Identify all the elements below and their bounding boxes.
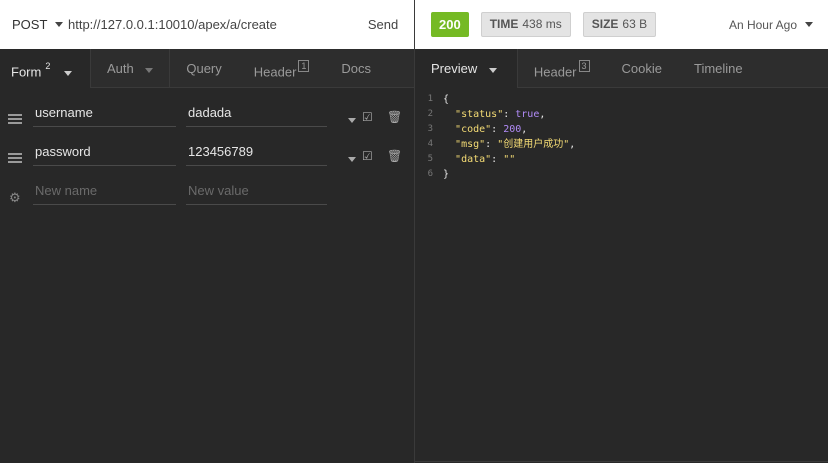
size-value: 63 B xyxy=(622,17,648,31)
history-label: An Hour Ago xyxy=(728,17,797,32)
tab-response-header-label: Header xyxy=(533,64,577,80)
chevron-down-icon[interactable] xyxy=(348,118,356,123)
response-tabs: Preview Header 3 Cookie Timeline xyxy=(415,49,828,88)
param-name-field[interactable]: password xyxy=(33,139,176,166)
code-line: 2 "status": true, xyxy=(415,107,828,122)
tab-timeline[interactable]: Timeline xyxy=(678,49,759,88)
tab-timeline-label: Timeline xyxy=(694,61,743,76)
checkbox-checked-icon[interactable]: ☑ xyxy=(362,149,373,163)
json-end: , xyxy=(569,139,576,150)
tab-form-badge: 2 xyxy=(45,61,51,71)
tab-preview-label: Preview xyxy=(431,61,478,76)
method-dropdown[interactable]: POST xyxy=(0,17,68,32)
line-number: 3 xyxy=(427,124,433,134)
param-row: username dadada ☑ 🗑 xyxy=(0,100,414,138)
time-badge: TIME 438 ms xyxy=(480,12,571,37)
code-text: { xyxy=(443,94,450,105)
chevron-down-icon[interactable] xyxy=(348,157,356,162)
chevron-down-icon xyxy=(145,68,154,73)
code-text: "msg": "创建用户成功", xyxy=(443,137,575,152)
divider xyxy=(414,461,828,462)
size-badge: SIZE 63 B xyxy=(582,12,657,37)
url-input[interactable]: http://127.0.0.1:10010/apex/a/create xyxy=(68,17,352,32)
new-param-row: ⚙ New name New value xyxy=(0,178,414,216)
time-label: TIME xyxy=(489,17,519,31)
code-line: 3 "code": 200, xyxy=(415,122,828,137)
json-key: "status" xyxy=(455,109,504,120)
json-end: , xyxy=(521,124,528,135)
tab-cookie[interactable]: Cookie xyxy=(606,49,678,88)
code-line: 6 } xyxy=(415,167,828,182)
json-key: "code" xyxy=(455,124,492,135)
line-number: 4 xyxy=(427,139,433,149)
response-bar: 200 TIME 438 ms SIZE 63 B An Hour Ago xyxy=(415,0,828,49)
json-sep: : xyxy=(503,109,516,120)
chevron-down-icon xyxy=(55,22,64,27)
status-badge: 200 xyxy=(431,12,469,37)
line-number: 5 xyxy=(427,154,433,164)
code-text: } xyxy=(443,169,450,180)
tab-docs[interactable]: Docs xyxy=(325,49,387,88)
tab-form[interactable]: Form 2 xyxy=(0,49,91,88)
checkbox-checked-icon[interactable]: ☑ xyxy=(362,110,373,124)
tab-query[interactable]: Query xyxy=(170,49,237,88)
drag-handle-icon[interactable] xyxy=(8,114,22,124)
gear-icon[interactable]: ⚙ xyxy=(9,190,21,206)
trash-icon[interactable]: 🗑 xyxy=(387,149,402,163)
request-pane: POST http://127.0.0.1:10010/apex/a/creat… xyxy=(0,0,414,463)
code-line: 5 "data": "" xyxy=(415,152,828,167)
tab-docs-label: Docs xyxy=(341,61,372,76)
tab-response-header-badge: 3 xyxy=(578,60,590,72)
tab-cookie-label: Cookie xyxy=(621,61,662,76)
trash-icon[interactable]: 🗑 xyxy=(387,110,402,124)
json-key: "data" xyxy=(455,154,492,165)
chevron-down-icon xyxy=(63,71,72,77)
chevron-down-icon xyxy=(488,68,497,73)
response-pane: 200 TIME 438 ms SIZE 63 B An Hour Ago Prev… xyxy=(414,0,828,463)
param-value-field[interactable]: dadada xyxy=(186,100,327,127)
code-text: "data": "" xyxy=(443,152,515,167)
tab-response-header[interactable]: Header 3 xyxy=(518,49,606,88)
request-tabs: Form 2 Auth Query Header 1 Docs xyxy=(0,49,414,88)
json-value: "创建用户成功" xyxy=(497,139,570,150)
tab-header-badge: 1 xyxy=(298,60,310,72)
code-line: 1 { xyxy=(415,92,828,107)
drag-handle-icon[interactable] xyxy=(8,153,22,163)
json-end: , xyxy=(539,109,546,120)
new-value-input[interactable]: New value xyxy=(186,178,327,205)
json-sep: : xyxy=(485,139,498,150)
new-name-input[interactable]: New name xyxy=(33,178,176,205)
json-value: "" xyxy=(503,154,516,165)
tab-auth-label: Auth xyxy=(106,61,134,76)
code-line: 4 "msg": "创建用户成功", xyxy=(415,137,828,152)
json-value: 200 xyxy=(503,124,522,135)
history-dropdown[interactable]: An Hour Ago xyxy=(729,18,813,32)
line-number: 6 xyxy=(427,169,433,179)
tab-query-label: Query xyxy=(186,61,222,76)
tab-preview[interactable]: Preview xyxy=(415,49,518,88)
param-value-field[interactable]: 123456789 xyxy=(186,139,327,166)
chevron-down-icon xyxy=(805,22,813,27)
tab-form-label: Form xyxy=(11,64,42,80)
line-number: 1 xyxy=(427,94,433,104)
line-number: 2 xyxy=(427,109,433,119)
json-key: "msg" xyxy=(455,139,486,150)
send-button[interactable]: Send xyxy=(352,17,414,32)
json-sep: : xyxy=(491,124,504,135)
time-value: 438 ms xyxy=(522,17,562,31)
tab-auth[interactable]: Auth xyxy=(91,49,171,88)
code-text: "status": true, xyxy=(443,107,545,122)
tab-header-label: Header xyxy=(253,64,297,80)
response-body: 1 { 2 "status": true, 3 "code": 200, 4 "… xyxy=(415,92,828,182)
param-row: password 123456789 ☑ 🗑 xyxy=(0,139,414,177)
json-sep: : xyxy=(491,154,504,165)
tab-header[interactable]: Header 1 xyxy=(238,49,326,88)
size-label: SIZE xyxy=(591,17,619,31)
code-text: "code": 200, xyxy=(443,122,527,137)
param-name-field[interactable]: username xyxy=(33,100,176,127)
url-bar: POST http://127.0.0.1:10010/apex/a/creat… xyxy=(0,0,414,49)
json-value: true xyxy=(515,109,540,120)
method-label: POST xyxy=(12,17,48,32)
